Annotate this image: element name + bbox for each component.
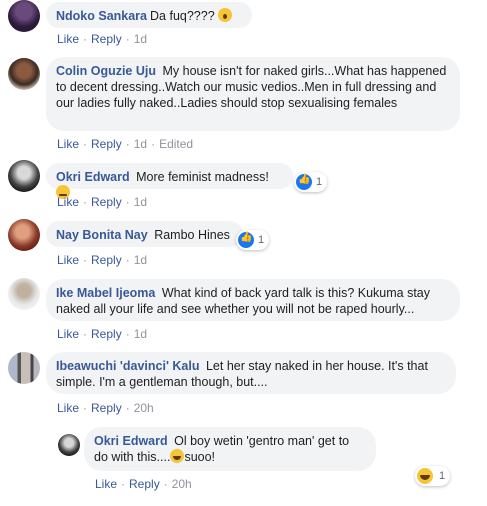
- timestamp[interactable]: 1d: [134, 195, 147, 209]
- timestamp[interactable]: 20h: [172, 477, 192, 491]
- timestamp[interactable]: 1d: [134, 327, 147, 341]
- comment-actions: Like · Reply · 1d: [57, 195, 148, 209]
- comment-text: More feminist madness!: [136, 170, 269, 184]
- like-link[interactable]: Like: [57, 195, 79, 209]
- reply-link[interactable]: Reply: [91, 327, 122, 341]
- comment-text-end: suoo!: [184, 450, 216, 464]
- like-link[interactable]: Like: [95, 477, 117, 491]
- haha-reaction-icon: [417, 468, 433, 484]
- comment-bubble: Nay Bonita Nay Rambo Hines: [46, 221, 243, 247]
- timestamp[interactable]: 1d: [134, 137, 147, 151]
- comment-bubble: Okri Edward Ol boy wetin 'gentro man' ge…: [84, 427, 376, 471]
- reaction-summary[interactable]: 1: [415, 466, 451, 486]
- astonished-emoji-icon: [218, 8, 233, 22]
- avatar[interactable]: [8, 58, 40, 90]
- reply-link[interactable]: Reply: [91, 195, 122, 209]
- edited-label[interactable]: Edited: [159, 137, 193, 151]
- like-link[interactable]: Like: [57, 253, 79, 267]
- comment-bubble: Okri Edward More feminist madness!: [46, 163, 293, 199]
- reply-link[interactable]: Reply: [91, 401, 122, 415]
- reply-link[interactable]: Reply: [91, 253, 122, 267]
- comment-actions: Like · Reply · 1d: [57, 253, 148, 267]
- avatar[interactable]: [8, 160, 40, 192]
- comment-bubble: Ndoko Sankara Da fuq????: [46, 2, 252, 28]
- comment-actions: Like · Reply · 20h: [95, 477, 192, 491]
- avatar[interactable]: [8, 278, 40, 310]
- reaction-count: 1: [439, 470, 446, 482]
- like-reaction-icon: [296, 174, 312, 190]
- like-link[interactable]: Like: [57, 137, 79, 151]
- like-reaction-icon: [238, 232, 254, 248]
- avatar[interactable]: [58, 434, 80, 456]
- reply-link[interactable]: Reply: [91, 137, 122, 151]
- reaction-count: 1: [258, 234, 265, 246]
- comment-text: Rambo Hines: [154, 228, 230, 242]
- timestamp[interactable]: 20h: [134, 401, 154, 415]
- comment-actions: Like · Reply · 20h: [57, 401, 154, 415]
- timestamp[interactable]: 1d: [134, 32, 147, 46]
- reaction-count: 1: [316, 176, 323, 188]
- reply-link[interactable]: Reply: [129, 477, 160, 491]
- reaction-summary[interactable]: 1: [236, 230, 270, 250]
- comment-bubble: Colin Oguzie Uju My house isn't for nake…: [46, 57, 460, 131]
- comment-actions: Like · Reply · 1d: [57, 327, 148, 341]
- comment-actions: Like · Reply · 1d · Edited: [57, 137, 194, 151]
- like-link[interactable]: Like: [57, 401, 79, 415]
- avatar[interactable]: [8, 219, 40, 251]
- avatar[interactable]: [8, 352, 40, 384]
- comment-actions: Like · Reply · 1d: [57, 32, 148, 46]
- like-link[interactable]: Like: [57, 32, 79, 46]
- commenter-name[interactable]: Ndoko Sankara: [56, 9, 147, 23]
- reaction-summary[interactable]: 1: [294, 172, 328, 192]
- commenter-name[interactable]: Ibeawuchi 'davinci' Kalu: [56, 359, 199, 373]
- commenter-name[interactable]: Okri Edward: [56, 170, 130, 184]
- commenter-name[interactable]: Okri Edward: [94, 434, 168, 448]
- reply-link[interactable]: Reply: [91, 32, 122, 46]
- like-link[interactable]: Like: [57, 327, 79, 341]
- commenter-name[interactable]: Ike Mabel Ijeoma: [56, 286, 155, 300]
- comment-bubble: Ike Mabel Ijeoma What kind of back yard …: [46, 279, 460, 321]
- commenter-name[interactable]: Colin Oguzie Uju: [56, 64, 156, 78]
- comment-bubble: Ibeawuchi 'davinci' Kalu Let her stay na…: [46, 352, 456, 394]
- avatar[interactable]: [8, 0, 40, 32]
- comment-text: Da fuq????: [150, 9, 219, 23]
- timestamp[interactable]: 1d: [134, 253, 147, 267]
- commenter-name[interactable]: Nay Bonita Nay: [56, 228, 148, 242]
- laughing-emoji-icon: [170, 449, 185, 463]
